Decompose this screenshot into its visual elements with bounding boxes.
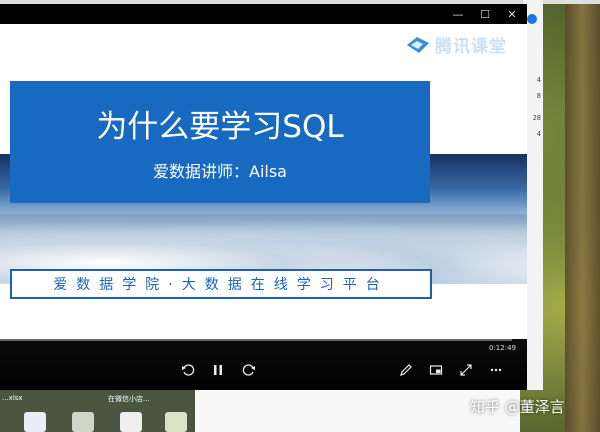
desktop-taskbar: ...xlsx 在微信小店... bbox=[0, 390, 195, 432]
taskbar-label: ...xlsx bbox=[2, 394, 23, 402]
taskbar-app-icon[interactable] bbox=[72, 412, 94, 432]
fullscreen-icon[interactable] bbox=[455, 361, 477, 379]
more-icon[interactable] bbox=[485, 361, 507, 379]
taskbar-app-icon[interactable] bbox=[165, 412, 187, 432]
progress-bar[interactable] bbox=[0, 339, 512, 341]
slide-title: 为什么要学习SQL bbox=[96, 109, 344, 145]
zhihu-watermark: 知乎 @董泽言 bbox=[470, 398, 565, 416]
platform-text: 爱数据学院·大数据在线学习平台 bbox=[53, 277, 389, 293]
app-badge-icon bbox=[527, 14, 537, 24]
taskbar-label: 在微信小店... bbox=[108, 395, 150, 403]
edit-icon[interactable] bbox=[395, 361, 417, 379]
slide-subtitle: 爱数据讲师：Ailsa bbox=[153, 162, 287, 181]
brand-icon bbox=[407, 36, 429, 53]
slide-title-box: 为什么要学习SQL 爱数据讲师：Ailsa bbox=[10, 81, 430, 203]
taskbar-app-icon[interactable] bbox=[120, 412, 142, 432]
close-icon[interactable]: ✕ bbox=[498, 4, 526, 24]
minimize-icon[interactable]: — bbox=[444, 4, 472, 24]
wallpaper-tree bbox=[565, 0, 600, 432]
playback-time: 0:12:49 bbox=[489, 344, 516, 352]
brand-name: 腾讯课堂 bbox=[435, 37, 507, 57]
maximize-icon[interactable]: ☐ bbox=[471, 4, 499, 24]
player-controls: 0:12:49 bbox=[0, 339, 527, 390]
platform-banner: 爱数据学院·大数据在线学习平台 bbox=[10, 269, 432, 299]
side-number: 4 bbox=[536, 76, 541, 84]
side-number: 28 bbox=[532, 114, 541, 122]
course-slide: 腾讯课堂 为什么要学习SQL 爱数据讲师：Ailsa 爱数据学院·大数据在线学习… bbox=[0, 24, 527, 339]
rewind-10-icon[interactable] bbox=[177, 361, 199, 379]
side-number: 8 bbox=[536, 92, 541, 100]
video-player-window[interactable]: — ☐ ✕ 腾讯课堂 为什么要学习SQL 爱数据讲师：Ailsa 爱数据学院·大… bbox=[0, 4, 527, 390]
picture-in-picture-icon[interactable] bbox=[425, 361, 447, 379]
taskbar-app-icon[interactable] bbox=[24, 412, 46, 432]
forward-30-icon[interactable] bbox=[238, 361, 260, 379]
tencent-classroom-logo: 腾讯课堂 bbox=[405, 32, 507, 57]
pause-icon[interactable] bbox=[207, 361, 229, 379]
player-titlebar[interactable]: — ☐ ✕ bbox=[0, 4, 527, 24]
side-number: 4 bbox=[536, 130, 541, 138]
